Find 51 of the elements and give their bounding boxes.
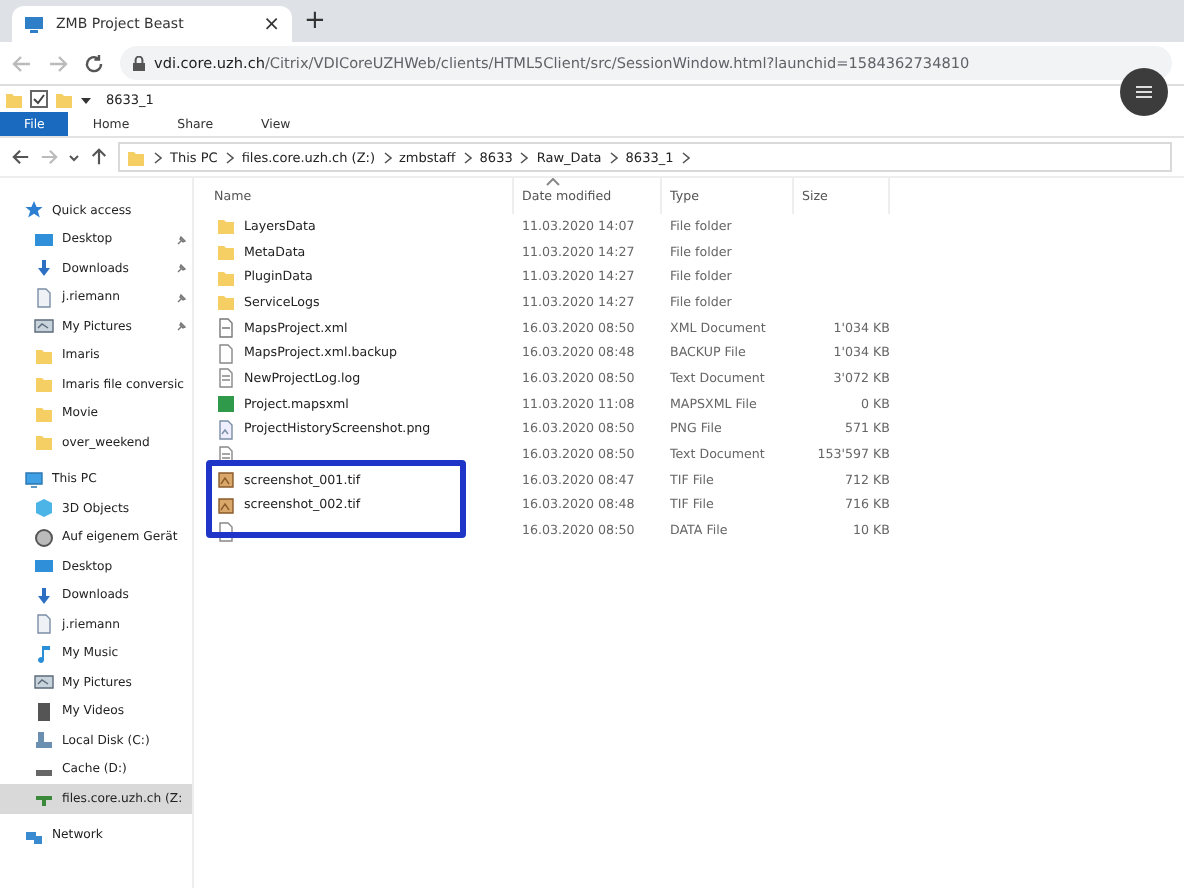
- cube-icon: [34, 498, 54, 519]
- image-file-icon: [216, 495, 236, 516]
- picture-icon: [34, 316, 54, 337]
- folder-icon: [34, 345, 54, 366]
- disk-drive-icon: [34, 730, 54, 751]
- chevron-icon: [225, 151, 234, 163]
- folder-icon: [34, 374, 54, 395]
- image-file-icon: [216, 419, 236, 440]
- desktop-icon: [34, 556, 54, 577]
- download-arrow-icon: [34, 585, 54, 606]
- chevron-icon: [383, 151, 392, 163]
- file-icon: [216, 343, 236, 364]
- close-tab-button[interactable]: ×: [263, 13, 280, 35]
- back-arrow-icon[interactable]: [12, 148, 30, 166]
- text-file-icon: [216, 368, 236, 389]
- folder-icon: [34, 432, 54, 453]
- chevron-icon: [463, 151, 472, 163]
- chevron-icon: [520, 151, 529, 163]
- maps-file-icon: [216, 394, 236, 415]
- monitor-icon: [24, 15, 44, 33]
- menu-button[interactable]: [1120, 68, 1168, 116]
- lock-icon: [132, 55, 146, 71]
- folder-icon: [216, 216, 236, 237]
- checkbox-icon[interactable]: [30, 90, 48, 108]
- download-arrow-icon: [34, 258, 54, 279]
- document-icon: [34, 287, 54, 308]
- folder-icon: [126, 147, 146, 167]
- music-note-icon: [34, 643, 54, 664]
- folder-icon: [216, 292, 236, 313]
- sort-caret-icon: [546, 178, 560, 186]
- computer-icon: [24, 469, 44, 490]
- folder-icon: [216, 267, 236, 288]
- chevron-icon: [154, 151, 162, 163]
- folder-icon: [34, 403, 54, 424]
- new-tab-button[interactable]: +: [304, 6, 326, 36]
- dropdown-arrow-icon[interactable]: [80, 93, 92, 105]
- menu-icon: [1136, 86, 1152, 98]
- caret-icon[interactable]: [68, 151, 80, 163]
- up-arrow-icon[interactable]: [90, 148, 108, 166]
- star-icon: [24, 200, 44, 221]
- desktop-icon: [34, 229, 54, 250]
- chevron-icon: [609, 151, 618, 163]
- picture-icon: [34, 672, 54, 693]
- folder-icon: [216, 242, 236, 263]
- image-file-icon: [216, 470, 236, 491]
- chevron-icon: [681, 151, 690, 163]
- xml-file-icon: [216, 318, 236, 339]
- globe-icon: [34, 527, 54, 548]
- document-icon: [34, 614, 54, 635]
- reload-icon[interactable]: [84, 53, 104, 73]
- film-icon: [34, 701, 54, 722]
